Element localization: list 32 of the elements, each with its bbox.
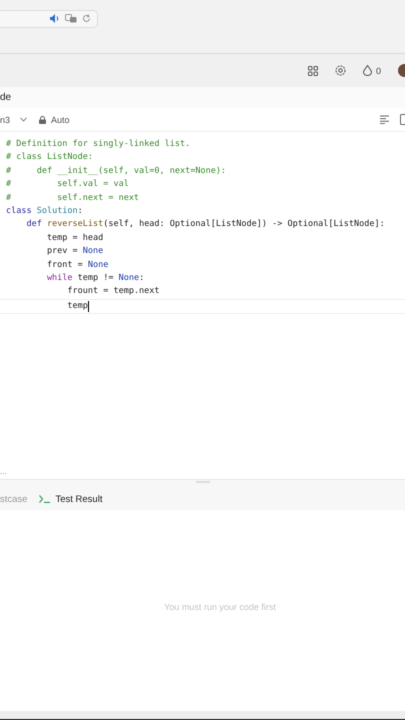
drop-icon [362,65,372,76]
code-line: while temp != None: [46,272,146,285]
panel-icon[interactable] [400,114,405,125]
code-line: class Solution: [6,204,84,218]
lock-icon [39,116,46,124]
speaker-icon[interactable] [50,14,60,23]
code-tab[interactable]: de [0,92,12,103]
language-select[interactable]: n3 [0,114,26,124]
mode-label[interactable]: Auto [51,114,70,124]
code-line: prev = None [46,245,104,258]
reload-icon[interactable] [82,14,91,23]
terminal-icon [39,495,50,503]
code-line: # self.next = next [6,192,140,205]
code-line: # def __init__(self, val=0, next=None): [6,164,228,178]
empty-result-message: You must run your code first [164,602,276,614]
panel-tab[interactable]: Test Result [39,494,102,504]
code-line: temp [0,298,405,314]
code-line: front = None [46,258,110,272]
code-line: def reverseList(self, head: Optional[ListNode]) -> Optional[ListNode]: [25,218,386,232]
ellipsis-text: ... [0,467,7,476]
format-icon[interactable] [380,115,389,124]
code-line: frount = temp.next [66,285,161,298]
chevron-icon [20,117,28,122]
translate-icon[interactable] [65,14,77,23]
code-line: # self.val = val [6,178,130,192]
coin-count: 0 [376,66,381,76]
code-line: temp = head [46,232,104,245]
code-line: # Definition for singly-linked list. [6,138,192,151]
settings-icon[interactable] [334,65,346,76]
grid-icon[interactable] [308,66,318,76]
address-bar[interactable] [0,10,98,28]
code-line: # class ListNode: [6,151,94,164]
